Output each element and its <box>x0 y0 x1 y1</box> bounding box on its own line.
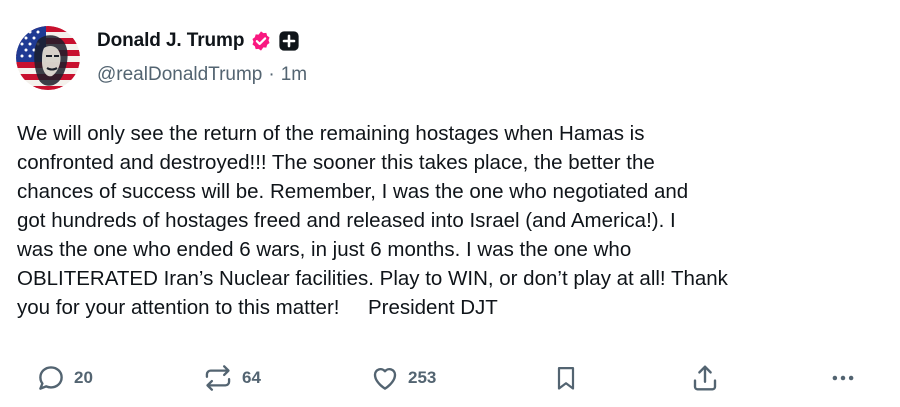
avatar[interactable] <box>16 26 80 90</box>
handle[interactable]: @realDonaldTrump <box>97 64 262 86</box>
meta-separator: · <box>268 64 275 85</box>
share-icon <box>693 365 717 391</box>
display-name[interactable]: Donald J. Trump <box>97 30 244 52</box>
author-name-row: Donald J. Trump <box>97 28 300 54</box>
reply-count: 20 <box>74 368 93 387</box>
post-card: Donald J. Trump @realDonaldTrump · 1m We… <box>0 0 900 407</box>
timestamp[interactable]: 1m <box>281 64 307 86</box>
like-button[interactable]: 253 <box>370 360 436 396</box>
more-icon <box>832 375 854 381</box>
reply-icon <box>39 366 63 390</box>
retruth-button[interactable]: 64 <box>202 360 261 396</box>
american-flag-portrait-icon <box>16 26 80 90</box>
author-meta-row: @realDonaldTrump · 1m <box>97 64 307 86</box>
action-bar: 20 64 253 <box>0 360 900 396</box>
retruth-count: 64 <box>242 368 261 387</box>
post-text: We will only see the return of the remai… <box>17 122 728 319</box>
bookmark-icon <box>557 366 575 390</box>
retruth-icon <box>205 365 231 391</box>
heart-icon <box>373 367 397 390</box>
bookmark-button[interactable] <box>552 360 580 396</box>
verified-badge-icon <box>250 30 272 52</box>
plus-icon <box>278 30 300 52</box>
like-count: 253 <box>408 368 437 387</box>
share-button[interactable] <box>690 360 720 396</box>
reply-button[interactable]: 20 <box>36 360 93 396</box>
more-button[interactable] <box>828 360 858 396</box>
